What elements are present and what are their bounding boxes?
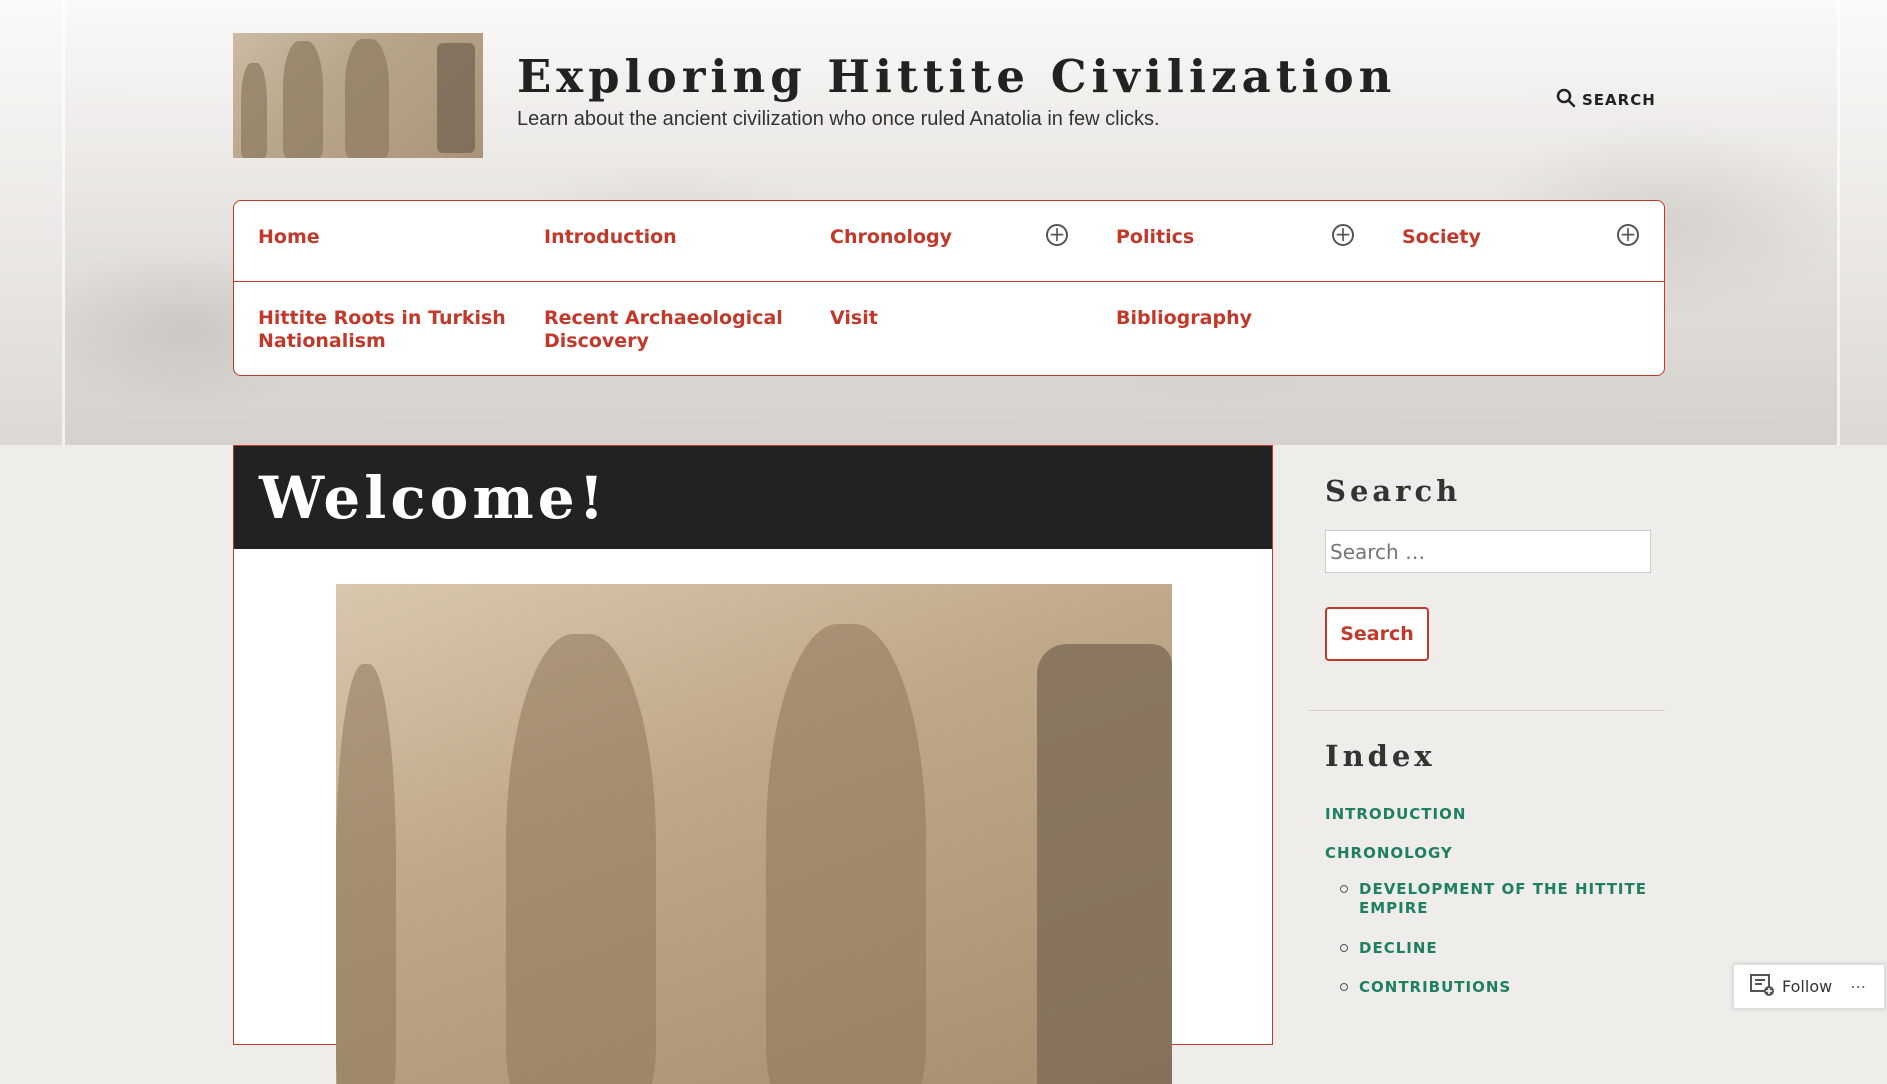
index-link-development[interactable]: DEVELOPMENT OF THE HITTITE EMPIRE	[1359, 880, 1649, 918]
welcome-post: Welcome!	[233, 445, 1273, 1084]
site-description: Learn about the ancient civilization who…	[517, 108, 1160, 130]
nav-item-society[interactable]: Society	[1402, 226, 1481, 249]
more-options-icon[interactable]: ⋯	[1850, 977, 1866, 996]
follow-widget[interactable]: Follow ⋯	[1733, 964, 1885, 1009]
list-bullet	[1340, 983, 1348, 991]
relief-image[interactable]	[336, 584, 1172, 1084]
site-logo[interactable]	[233, 33, 483, 158]
nav-item-bibliography[interactable]: Bibliography	[1116, 307, 1252, 330]
index-link-contributions[interactable]: CONTRIBUTIONS	[1359, 978, 1511, 997]
main-navigation: Home Introduction Chronology + Politics …	[233, 200, 1665, 376]
nav-item-chronology[interactable]: Chronology	[830, 226, 952, 249]
list-bullet	[1340, 944, 1348, 952]
nav-item-home[interactable]: Home	[258, 226, 320, 249]
follow-icon	[1750, 973, 1774, 1000]
search-toggle-button[interactable]: SEARCH	[1556, 88, 1656, 112]
search-widget-title: Search	[1325, 474, 1462, 508]
index-link-introduction[interactable]: INTRODUCTION	[1325, 805, 1466, 824]
expand-chronology-icon[interactable]: +	[1046, 224, 1068, 246]
nav-item-hittite-roots[interactable]: Hittite Roots in Turkish Nationalism	[258, 307, 508, 353]
expand-society-icon[interactable]: +	[1617, 224, 1639, 246]
widget-divider	[1309, 710, 1665, 711]
search-input[interactable]	[1325, 530, 1651, 573]
nav-item-visit[interactable]: Visit	[830, 307, 878, 330]
search-icon	[1556, 88, 1576, 112]
index-widget-title: Index	[1325, 739, 1436, 773]
expand-politics-icon[interactable]: +	[1332, 224, 1354, 246]
list-bullet	[1340, 885, 1348, 893]
index-link-chronology[interactable]: CHRONOLOGY	[1325, 844, 1453, 863]
search-submit-button[interactable]: Search	[1325, 607, 1429, 661]
nav-item-recent-discovery[interactable]: Recent Archaeological Discovery	[544, 307, 784, 353]
nav-item-politics[interactable]: Politics	[1116, 226, 1194, 249]
site-title[interactable]: Exploring Hittite Civilization	[517, 50, 1396, 103]
search-toggle-label: SEARCH	[1582, 91, 1656, 109]
follow-label: Follow	[1782, 977, 1833, 996]
post-title: Welcome!	[259, 464, 609, 532]
index-link-decline[interactable]: DECLINE	[1359, 939, 1438, 958]
post-title-bar: Welcome!	[234, 446, 1272, 549]
nav-item-introduction[interactable]: Introduction	[544, 226, 677, 249]
